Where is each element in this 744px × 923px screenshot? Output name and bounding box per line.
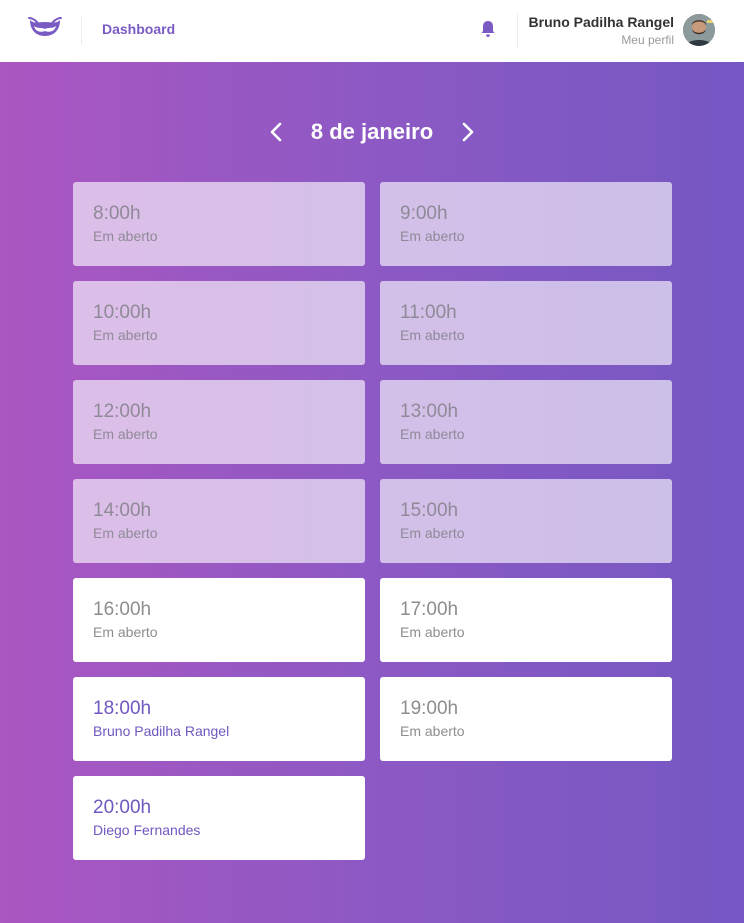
slot-time: 15:00h bbox=[400, 500, 459, 521]
slot-status: Em aberto bbox=[400, 624, 465, 640]
time-slot-card[interactable]: 12:00h Em aberto bbox=[73, 380, 365, 464]
slot-time: 10:00h bbox=[93, 302, 152, 323]
slot-status: Em aberto bbox=[400, 525, 465, 541]
slot-status: Em aberto bbox=[93, 525, 158, 541]
user-name: Bruno Padilha Rangel bbox=[528, 14, 674, 30]
slot-status: Em aberto bbox=[400, 723, 465, 739]
date-title: 8 de janeiro bbox=[310, 119, 434, 144]
slot-status: Em aberto bbox=[93, 327, 158, 343]
mustache-logo-icon[interactable] bbox=[28, 16, 62, 44]
slot-time: 12:00h bbox=[93, 401, 152, 422]
time-slot-card[interactable]: 9:00h Em aberto bbox=[380, 182, 672, 266]
slot-client-name: Bruno Padilha Rangel bbox=[93, 723, 230, 739]
time-slot-card[interactable]: 10:00h Em aberto bbox=[73, 281, 365, 365]
slot-time: 20:00h bbox=[93, 797, 152, 818]
nav-dashboard-link[interactable]: Dashboard bbox=[102, 21, 175, 37]
time-slot-card[interactable]: 18:00h Bruno Padilha Rangel bbox=[73, 677, 365, 761]
top-header: Dashboard Bruno Padilha Rangel Meu perfi… bbox=[0, 0, 744, 62]
slot-time: 14:00h bbox=[93, 500, 152, 521]
bell-icon[interactable] bbox=[479, 19, 497, 39]
time-slot-card[interactable]: 11:00h Em aberto bbox=[380, 281, 672, 365]
slot-status: Em aberto bbox=[93, 228, 158, 244]
slot-status: Em aberto bbox=[400, 327, 465, 343]
time-slot-card[interactable]: 13:00h Em aberto bbox=[380, 380, 672, 464]
time-slot-card[interactable]: 20:00h Diego Fernandes bbox=[73, 776, 365, 860]
header-divider bbox=[81, 16, 82, 44]
time-slot-card[interactable]: 16:00h Em aberto bbox=[73, 578, 365, 662]
time-slot-card[interactable]: 14:00h Em aberto bbox=[73, 479, 365, 563]
slot-time: 17:00h bbox=[400, 599, 459, 620]
date-navigation: 8 de janeiro bbox=[0, 117, 744, 147]
slot-status: Em aberto bbox=[93, 426, 158, 442]
profile-link[interactable]: Meu perfil bbox=[529, 32, 674, 48]
user-profile[interactable]: Bruno Padilha Rangel Meu perfil bbox=[529, 14, 674, 48]
avatar-image bbox=[683, 14, 715, 46]
slot-time: 16:00h bbox=[93, 599, 152, 620]
schedule-panel: 8 de janeiro 8:00h Em aberto 9:00h Em abert… bbox=[0, 62, 744, 923]
slot-time: 19:00h bbox=[400, 698, 459, 719]
slot-status: Em aberto bbox=[93, 624, 158, 640]
slot-time: 8:00h bbox=[93, 203, 141, 224]
time-slot-card[interactable]: 19:00h Em aberto bbox=[380, 677, 672, 761]
slot-time: 13:00h bbox=[400, 401, 459, 422]
avatar[interactable] bbox=[683, 14, 715, 46]
time-slot-card[interactable]: 8:00h Em aberto bbox=[73, 182, 365, 266]
slot-status: Em aberto bbox=[400, 228, 465, 244]
time-slot-card[interactable]: 17:00h Em aberto bbox=[380, 578, 672, 662]
time-slot-card[interactable]: 15:00h Em aberto bbox=[380, 479, 672, 563]
slot-time: 11:00h bbox=[400, 302, 457, 323]
header-divider bbox=[517, 14, 518, 48]
slot-status: Em aberto bbox=[400, 426, 465, 442]
slot-time: 18:00h bbox=[93, 698, 152, 719]
slot-time: 9:00h bbox=[400, 203, 448, 224]
slot-client-name: Diego Fernandes bbox=[93, 822, 201, 838]
chevron-right-icon[interactable] bbox=[460, 122, 476, 142]
